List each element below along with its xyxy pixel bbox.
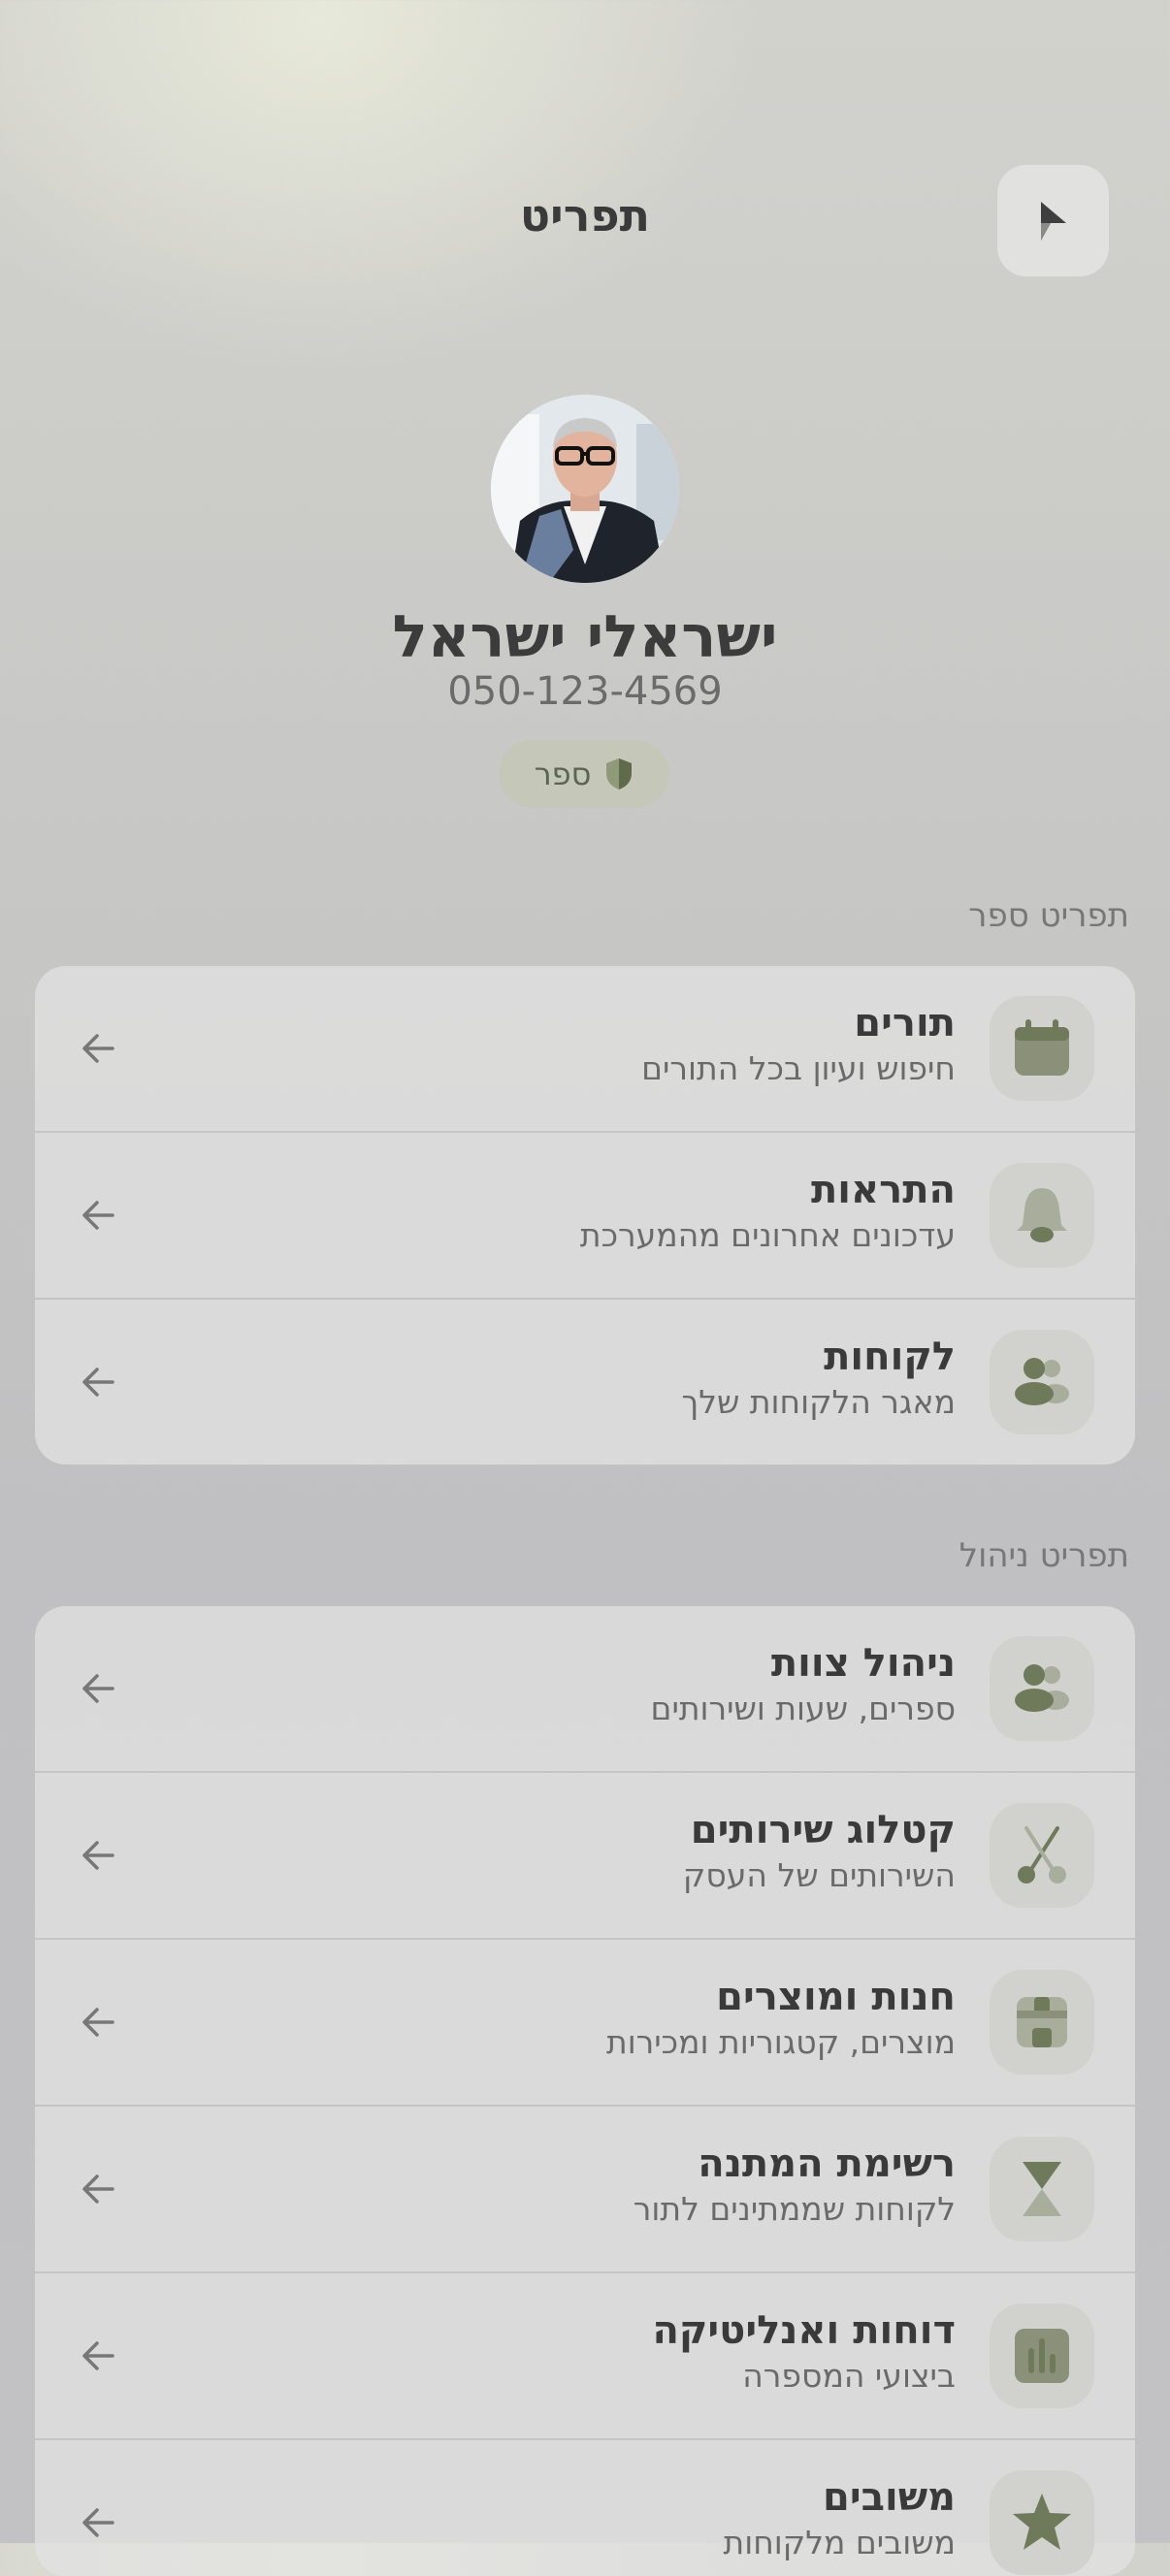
menu-item-subtitle: עדכונים אחרונים מהמערכת	[579, 1216, 956, 1254]
menu-item-subtitle: השירותים של העסק	[682, 1856, 956, 1894]
arrow-left-icon	[82, 1201, 114, 1230]
menu-item-customers[interactable]: לקוחות מאגר הלקוחות שלך	[35, 1300, 1135, 1465]
role-label: ספר	[534, 756, 592, 792]
team-icon	[990, 1636, 1094, 1741]
users-icon	[990, 1330, 1094, 1434]
arrow-left-icon	[82, 1368, 114, 1397]
play-arrow-icon	[1040, 201, 1066, 241]
menu-item-title: רשימת המתנה	[698, 2141, 956, 2186]
arrow-left-icon	[82, 2341, 114, 2370]
bell-icon	[990, 1163, 1094, 1268]
arrow-left-icon	[82, 2008, 114, 2037]
menu-item-title: התראות	[810, 1168, 956, 1212]
menu-item-waitlist[interactable]: רשימת המתנה לקוחות שממתינים לתור	[35, 2107, 1135, 2273]
menu-item-store[interactable]: חנות ומוצרים מוצרים, קטגוריות ומכירות	[35, 1940, 1135, 2107]
arrow-left-icon	[82, 2508, 114, 2537]
arrow-left-icon	[82, 1674, 114, 1703]
menu-item-subtitle: ספרים, שעות ושירותים	[650, 1690, 956, 1727]
menu-item-team[interactable]: ניהול צוות ספרים, שעות ושירותים	[35, 1606, 1135, 1773]
star-icon	[990, 2470, 1094, 2575]
back-button[interactable]	[997, 165, 1109, 276]
page-title: תפריט	[519, 189, 651, 242]
menu-item-notifications[interactable]: התראות עדכונים אחרונים מהמערכת	[35, 1133, 1135, 1300]
menu-item-appointments[interactable]: תורים חיפוש ועיון בכל התורים	[35, 966, 1135, 1133]
menu-item-subtitle: חיפוש ועיון בכל התורים	[641, 1049, 956, 1087]
section-title-barber-menu: תפריט ספר	[968, 896, 1129, 935]
role-badge: ספר	[499, 740, 669, 808]
store-icon	[990, 1970, 1094, 2075]
calendar-icon	[990, 996, 1094, 1101]
menu-item-title: דוחות ואנליטיקה	[652, 2308, 956, 2353]
section-title-management-menu: תפריט ניהול	[959, 1536, 1129, 1575]
menu-item-title: ניהול צוות	[770, 1641, 956, 1686]
menu-item-feedback[interactable]: משובים משובים מלקוחות	[35, 2440, 1135, 2576]
arrow-left-icon	[82, 1034, 114, 1063]
profile-name: ישראלי ישראל	[392, 603, 778, 671]
menu-item-subtitle: מאגר הלקוחות שלך	[681, 1383, 957, 1421]
menu-item-title: תורים	[854, 1001, 956, 1046]
menu-item-subtitle: לקוחות שממתינים לתור	[633, 2190, 956, 2228]
menu-item-services-catalog[interactable]: קטלוג שירותים השירותים של העסק	[35, 1773, 1135, 1940]
arrow-left-icon	[82, 2174, 114, 2204]
menu-item-subtitle: מוצרים, קטגוריות ומכירות	[606, 2023, 956, 2061]
menu-item-title: משובים	[822, 2475, 956, 2520]
menu-item-title: קטלוג שירותים	[690, 1808, 956, 1852]
chart-icon	[990, 2303, 1094, 2408]
management-menu-card: ניהול צוות ספרים, שעות ושירותים קטלוג שי…	[35, 1606, 1135, 2576]
menu-item-title: חנות ומוצרים	[716, 1975, 956, 2019]
menu-item-title: לקוחות	[824, 1335, 956, 1379]
menu-item-subtitle: ביצועי המספרה	[742, 2357, 956, 2395]
scissors-icon	[990, 1803, 1094, 1908]
menu-item-reports[interactable]: דוחות ואנליטיקה ביצועי המספרה	[35, 2273, 1135, 2440]
avatar[interactable]	[491, 395, 679, 583]
arrow-left-icon	[82, 1841, 114, 1870]
barber-menu-card: תורים חיפוש ועיון בכל התורים התראות עדכו…	[35, 966, 1135, 1465]
shield-icon	[606, 758, 633, 789]
profile-photo	[491, 395, 679, 583]
hourglass-icon	[990, 2137, 1094, 2241]
profile-phone: 050-123-4569	[447, 669, 723, 714]
